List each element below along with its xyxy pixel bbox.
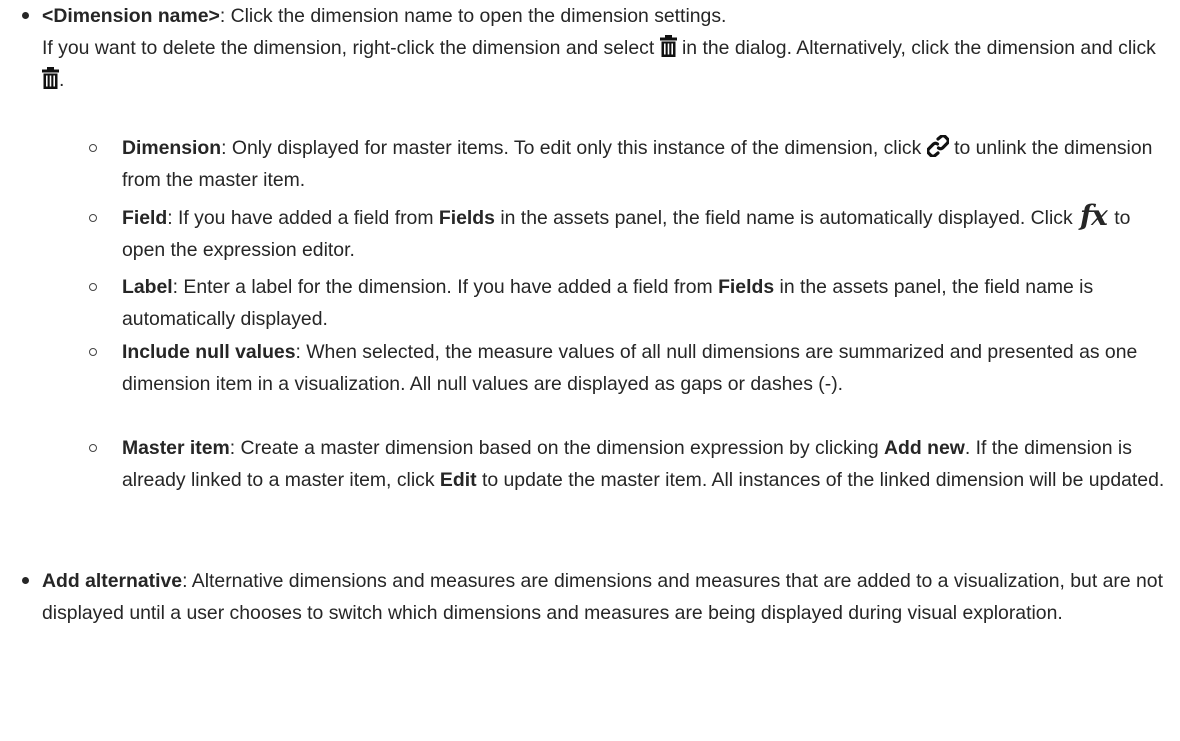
subitem-text: to update the master item. All instances… (481, 469, 1165, 491)
subitem-text: in the assets panel, the field name is a… (500, 207, 1073, 229)
expression-editor-icon: fx (1080, 199, 1108, 232)
item-text: . (59, 69, 65, 91)
term-master-item: Master item (122, 437, 230, 459)
term-add-alternative: Add alternative (42, 570, 183, 592)
subitem-text: : Create a master dimension based on the… (229, 437, 879, 459)
sub-bullet (89, 283, 97, 291)
unlink-icon (926, 135, 949, 157)
trash-icon (42, 67, 59, 89)
subitem-label: Label: Enter a label for the dimension. … (122, 271, 1170, 335)
term-field: Field (122, 207, 168, 229)
term-include-null-values: Include null values (122, 341, 296, 363)
add-alternative-item: Add alternative: Alternative dimensions … (42, 565, 1170, 629)
help-document: <Dimension name>: Click the dimension na… (0, 0, 1180, 741)
sub-bullet (89, 214, 97, 222)
item-text: : Alternative dimensions and measures ar… (42, 570, 1163, 624)
item-text: : Click the dimension name to open the d… (219, 5, 727, 27)
sub-bullet (89, 348, 97, 356)
term-fields: Fields (718, 276, 775, 298)
term-label: Label (122, 276, 173, 298)
bullet (22, 12, 32, 22)
dimension-name-item: <Dimension name>: Click the dimension na… (42, 0, 1170, 96)
term-add-new: Add new (884, 437, 965, 459)
subitem-include-null-values: Include null values: When selected, the … (122, 336, 1170, 400)
term-dimension-name: <Dimension name> (42, 5, 220, 27)
sub-bullet (89, 444, 97, 452)
trash-icon (659, 35, 677, 57)
term-edit: Edit (439, 469, 477, 491)
subitem-master-item: Master item: Create a master dimension b… (122, 432, 1170, 496)
subitem-dimension: Dimension: Only displayed for master ite… (122, 132, 1170, 196)
subitem-field: Field: If you have added a field from Fi… (122, 202, 1170, 266)
term-dimension: Dimension (122, 137, 222, 159)
term-fields: Fields (438, 207, 495, 229)
subitem-text: : If you have added a field from (167, 207, 434, 229)
subitem-text: : Enter a label for the dimension. If yo… (172, 276, 713, 298)
item-text: If you want to delete the dimension, rig… (42, 37, 655, 59)
item-text: in the dialog. Alternatively, click the … (682, 37, 1156, 59)
subitem-text: : Only displayed for master items. To ed… (221, 137, 922, 159)
sub-bullet (89, 144, 97, 152)
bullet (22, 577, 32, 587)
